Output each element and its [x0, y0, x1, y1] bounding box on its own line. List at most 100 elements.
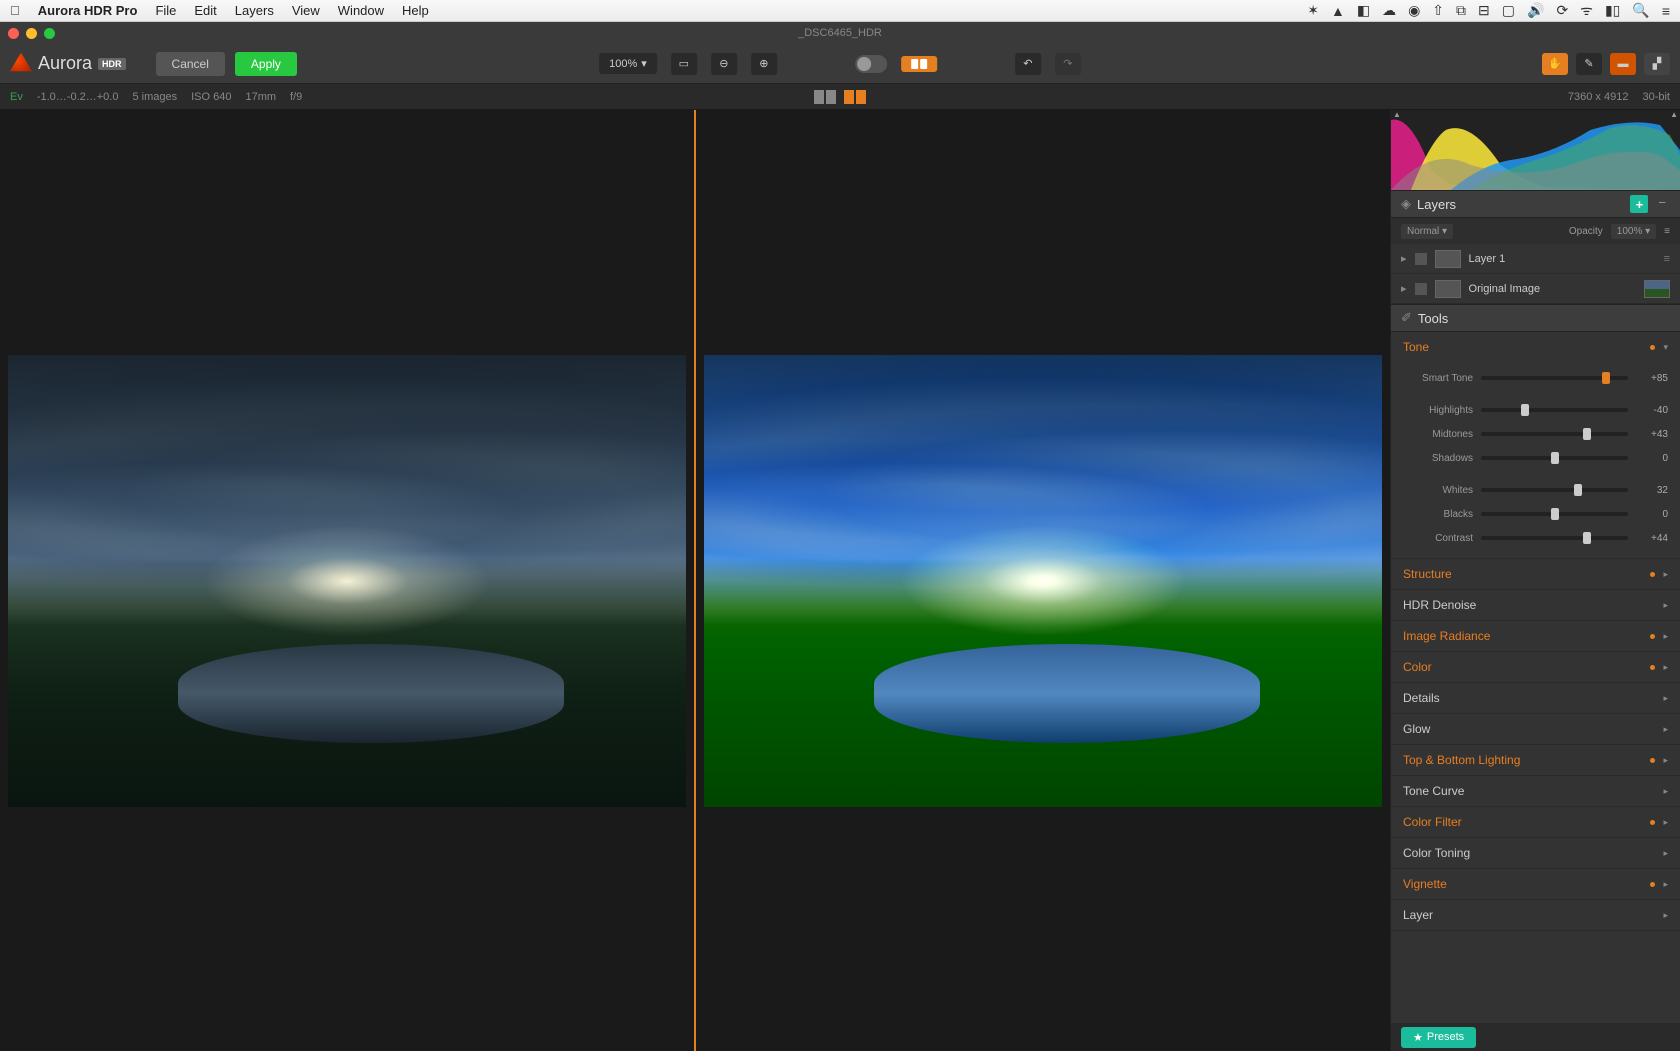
- opacity-dropdown[interactable]: 100% ▾: [1611, 224, 1656, 239]
- expand-icon[interactable]: ▸: [1663, 631, 1668, 642]
- histogram-toggle-icon[interactable]: ▞: [1644, 53, 1670, 75]
- apple-icon[interactable]: : [10, 3, 20, 18]
- expand-icon[interactable]: ▸: [1663, 662, 1668, 673]
- tool-section-header[interactable]: Details▸: [1391, 683, 1680, 713]
- gradient-tool-icon[interactable]: ▬: [1610, 53, 1636, 75]
- wifi-icon[interactable]: ᯤ: [1580, 1, 1593, 20]
- cancel-button[interactable]: Cancel: [156, 52, 225, 76]
- expand-icon[interactable]: ▸: [1663, 569, 1668, 580]
- add-layer-button[interactable]: +: [1630, 195, 1648, 213]
- layer-menu-icon[interactable]: ≡: [1664, 226, 1670, 237]
- status-icon[interactable]: ◉: [1408, 2, 1420, 19]
- layer-chevron-icon[interactable]: ▸: [1401, 282, 1407, 295]
- maximize-button[interactable]: [44, 28, 55, 39]
- expand-icon[interactable]: ▸: [1663, 600, 1668, 611]
- brush-tool-icon[interactable]: ✎: [1576, 53, 1602, 75]
- menu-edit[interactable]: Edit: [194, 3, 216, 18]
- slider-thumb[interactable]: [1521, 404, 1529, 416]
- slider-track[interactable]: [1481, 512, 1628, 516]
- layer-chevron-icon[interactable]: ▸: [1401, 252, 1407, 265]
- menu-icon[interactable]: ≡: [1662, 3, 1670, 19]
- redo-icon[interactable]: ↷: [1055, 53, 1081, 75]
- status-icon[interactable]: ⇧: [1432, 2, 1444, 19]
- expand-icon[interactable]: ▸: [1663, 910, 1668, 921]
- layer-row[interactable]: ▸ Layer 1 ≡: [1391, 244, 1680, 274]
- slider-thumb[interactable]: [1574, 484, 1582, 496]
- expand-icon[interactable]: ▸: [1663, 879, 1668, 890]
- tool-section-header[interactable]: Layer▸: [1391, 900, 1680, 930]
- status-icon[interactable]: ◧: [1357, 2, 1370, 19]
- slider-track[interactable]: [1481, 456, 1628, 460]
- hand-tool-icon[interactable]: ✋: [1542, 53, 1568, 75]
- tools-header[interactable]: ✐ Tools: [1391, 304, 1680, 332]
- remove-layer-button[interactable]: −: [1654, 195, 1670, 213]
- tone-header[interactable]: Tone ▾: [1391, 332, 1680, 362]
- slider-thumb[interactable]: [1551, 452, 1559, 464]
- expand-icon[interactable]: ▸: [1663, 817, 1668, 828]
- tool-section-header[interactable]: Structure▸: [1391, 559, 1680, 589]
- histogram[interactable]: ▲ ▲: [1391, 110, 1680, 190]
- collapse-icon[interactable]: ▾: [1663, 342, 1668, 353]
- tool-section-header[interactable]: Image Radiance▸: [1391, 621, 1680, 651]
- slider-track[interactable]: [1481, 488, 1628, 492]
- slider-thumb[interactable]: [1583, 428, 1591, 440]
- status-icon[interactable]: ✶: [1307, 2, 1319, 19]
- layers-header[interactable]: ◈ Layers + −: [1391, 190, 1680, 218]
- spotlight-icon[interactable]: 🔍: [1632, 2, 1649, 19]
- layer-row[interactable]: ▸ Original Image: [1391, 274, 1680, 304]
- minimize-button[interactable]: [26, 28, 37, 39]
- close-button[interactable]: [8, 28, 19, 39]
- slider-track[interactable]: [1481, 408, 1628, 412]
- blend-mode-dropdown[interactable]: Normal ▾: [1401, 224, 1453, 239]
- menu-help[interactable]: Help: [402, 3, 429, 18]
- menu-file[interactable]: File: [155, 3, 176, 18]
- slider-thumb[interactable]: [1602, 372, 1610, 384]
- expand-icon[interactable]: ▸: [1663, 724, 1668, 735]
- menu-layers[interactable]: Layers: [235, 3, 274, 18]
- compare-mode-button[interactable]: [901, 56, 937, 72]
- fit-screen-icon[interactable]: ▭: [671, 53, 697, 75]
- expand-icon[interactable]: ▸: [1663, 755, 1668, 766]
- tool-section-header[interactable]: Glow▸: [1391, 714, 1680, 744]
- view-mode-split[interactable]: [843, 90, 867, 104]
- menu-view[interactable]: View: [292, 3, 320, 18]
- slider-track[interactable]: [1481, 376, 1628, 380]
- dropbox-icon[interactable]: ⧉: [1456, 2, 1466, 19]
- zoom-out-icon[interactable]: ⊖: [711, 53, 737, 75]
- app-name[interactable]: Aurora HDR Pro: [38, 3, 138, 18]
- slider-thumb[interactable]: [1583, 532, 1591, 544]
- undo-icon[interactable]: ↶: [1015, 53, 1041, 75]
- expand-icon[interactable]: ▸: [1663, 693, 1668, 704]
- preview-toggle[interactable]: [855, 55, 887, 73]
- status-icon[interactable]: ⟳: [1556, 2, 1568, 19]
- slider-thumb[interactable]: [1551, 508, 1559, 520]
- airplay-icon[interactable]: ▢: [1502, 2, 1515, 19]
- layer-visibility-icon[interactable]: [1415, 253, 1427, 265]
- before-pane[interactable]: [0, 110, 694, 1051]
- expand-icon[interactable]: ▸: [1663, 848, 1668, 859]
- slider-track[interactable]: [1481, 432, 1628, 436]
- status-icon[interactable]: ▲: [1331, 3, 1345, 19]
- volume-icon[interactable]: 🔊: [1527, 2, 1544, 19]
- apply-button[interactable]: Apply: [235, 52, 297, 76]
- tool-section-header[interactable]: Top & Bottom Lighting▸: [1391, 745, 1680, 775]
- battery-icon[interactable]: ▮▯: [1605, 2, 1620, 19]
- menu-window[interactable]: Window: [338, 3, 384, 18]
- presets-button[interactable]: ★ Presets: [1401, 1027, 1476, 1048]
- expand-icon[interactable]: ▸: [1663, 786, 1668, 797]
- status-icon[interactable]: ⊟: [1478, 2, 1490, 19]
- tool-section-header[interactable]: Tone Curve▸: [1391, 776, 1680, 806]
- view-mode-single[interactable]: [813, 90, 837, 104]
- tool-section-header[interactable]: Color Toning▸: [1391, 838, 1680, 868]
- tool-section-header[interactable]: Vignette▸: [1391, 869, 1680, 899]
- tool-section-header[interactable]: HDR Denoise▸: [1391, 590, 1680, 620]
- slider-track[interactable]: [1481, 536, 1628, 540]
- layer-visibility-icon[interactable]: [1415, 283, 1427, 295]
- layer-options-icon[interactable]: ≡: [1664, 253, 1670, 265]
- zoom-level[interactable]: 100% ▾: [599, 53, 657, 74]
- tool-section-header[interactable]: Color▸: [1391, 652, 1680, 682]
- status-icon[interactable]: ☁: [1382, 2, 1396, 19]
- after-pane[interactable]: [696, 110, 1390, 1051]
- zoom-in-icon[interactable]: ⊕: [751, 53, 777, 75]
- tool-section-header[interactable]: Color Filter▸: [1391, 807, 1680, 837]
